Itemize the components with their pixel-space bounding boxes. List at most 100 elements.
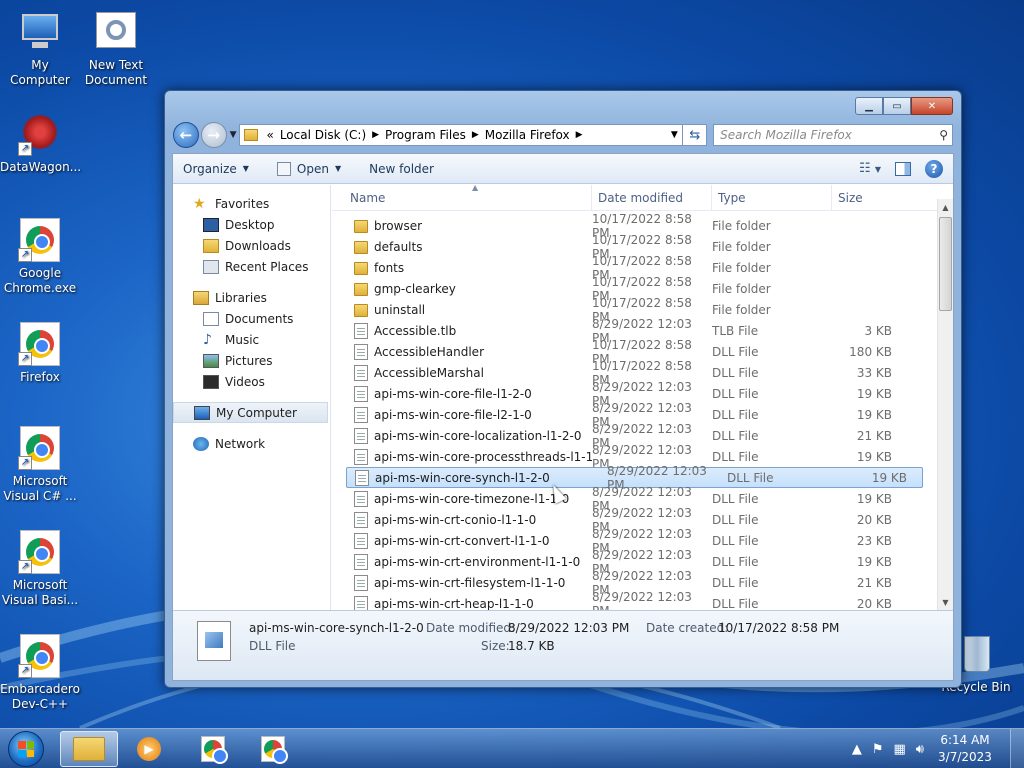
folder-icon [354,283,368,296]
open-icon [276,161,291,176]
nav-favorites[interactable]: ★ Favorites [173,193,330,214]
file-icon [355,469,369,486]
system-tray: ▲ ⚑ ▦ 🔊︎ 6:14 AM 3/7/2023 [852,729,1024,768]
file-name: fonts [374,260,405,275]
column-header-type[interactable]: Type [712,185,832,210]
breadcrumb-local-disk[interactable]: Local Disk (C:) [280,128,366,142]
music-icon: ♪ [203,331,212,348]
computer-icon [18,10,62,54]
file-size: 21 KB [856,428,892,443]
network-status-icon[interactable]: ▦ [894,742,906,757]
scrollbar-thumb[interactable] [939,217,952,311]
file-type: DLL File [712,512,759,527]
file-name-cell: defaults [332,239,592,254]
close-button[interactable]: ✕ [911,97,953,115]
file-row[interactable]: api-ms-win-crt-heap-l1-1-0 8/29/2022 12:0… [332,590,953,610]
file-type: File folder [712,218,771,233]
open-button[interactable]: Open ▼ [276,161,341,176]
volume-icon[interactable]: 🔊︎ [916,742,924,757]
desktop-icon-google-chrome[interactable]: ↗ Google Chrome.exe [0,218,80,296]
minimize-button[interactable]: ▁ [855,97,883,115]
scroll-up-icon[interactable]: ▲ [938,199,953,215]
visual-basic-icon: ↗ [18,530,62,574]
nav-libraries[interactable]: Libraries [173,287,330,308]
clock-date: 3/7/2023 [938,750,992,764]
file-icon [354,427,368,444]
scroll-down-icon[interactable]: ▼ [938,594,953,610]
clock[interactable]: 6:14 AM 3/7/2023 [934,732,996,766]
action-center-icon[interactable]: ⚑ [872,742,884,757]
column-header-size[interactable]: Size [832,185,928,210]
desktop-icon-my-computer[interactable]: My Computer [0,10,80,88]
sort-ascending-icon: ▲ [472,185,479,192]
back-button[interactable]: ← [173,122,199,148]
refresh-button[interactable]: ⇆ [683,124,708,146]
start-button[interactable] [8,731,44,767]
chevron-down-icon[interactable]: ▼ [666,130,682,140]
desktop-icon-label: Microsoft Visual Basi... [1,578,79,607]
desktop-icon-visual-basic[interactable]: ↗ Microsoft Visual Basi... [0,530,80,608]
search-input[interactable]: Search Mozilla Firefox ⚲ [713,124,953,146]
nav-network[interactable]: Network [173,433,330,454]
nav-desktop[interactable]: Desktop [173,214,330,235]
breadcrumb-program-files[interactable]: Program Files [385,128,466,142]
search-icon[interactable]: ⚲ [939,128,948,142]
taskbar-app-button[interactable] [244,731,302,767]
nav-music[interactable]: ♪ Music [173,329,330,350]
breadcrumb-mozilla-firefox[interactable]: Mozilla Firefox [485,128,570,142]
help-icon[interactable]: ? [925,159,943,178]
media-player-icon: ▶ [137,737,161,761]
file-size: 19 KB [856,491,892,506]
file-name-cell: uninstall [332,302,592,317]
organize-button[interactable]: Organize ▼ [183,162,249,176]
show-desktop-button[interactable] [1010,729,1024,768]
embarcadero-icon: ↗ [18,634,62,678]
explorer-window[interactable]: ▁ ▭ ✕ ← → ▼ « Local Disk (C:) ▶ Program … [164,90,962,688]
chevron-right-icon[interactable]: ▶ [372,130,379,140]
desktop-icon-embarcadero[interactable]: ↗ Embarcadero Dev-C++ [0,634,80,712]
chevron-right-icon[interactable]: ▶ [576,130,583,140]
file-name-cell: AccessibleMarshal [332,364,592,381]
desktop-icon-new-text-document[interactable]: New Text Document [76,10,156,88]
nav-videos[interactable]: Videos [173,371,330,392]
file-name-cell: api-ms-win-core-file-l1-2-0 [332,385,592,402]
desktop-icon-firefox[interactable]: ↗ Firefox [0,322,80,385]
file-name: api-ms-win-crt-filesystem-l1-1-0 [374,575,566,590]
taskbar-media-player-button[interactable]: ▶ [120,731,178,767]
taskbar-app-button[interactable] [184,731,242,767]
file-icon [354,385,368,402]
chevron-right-icon[interactable]: ▶ [472,130,479,140]
column-header-date[interactable]: Date modified [592,185,712,210]
nav-recent-places[interactable]: Recent Places [173,256,330,277]
star-icon: ★ [193,195,206,212]
file-name: api-ms-win-crt-conio-l1-1-0 [374,512,537,527]
nav-downloads[interactable]: Downloads [173,235,330,256]
preview-pane-icon[interactable] [895,161,911,176]
file-size: 23 KB [856,533,892,548]
file-name: api-ms-win-core-processthreads-l1-1-1 [374,449,592,464]
taskbar-explorer-button[interactable] [60,731,118,767]
desktop-icon-visual-csharp[interactable]: ↗ Microsoft Visual C# ... [0,426,80,504]
nav-pictures[interactable]: Pictures [173,350,330,371]
breadcrumb-overflow[interactable]: « [266,128,273,142]
column-headers: ▲ Name Date modified Type Size [332,185,953,211]
file-icon [354,595,368,610]
vertical-scrollbar[interactable]: ▲ ▼ [937,199,953,610]
show-hidden-icons-icon[interactable]: ▲ [852,742,862,757]
view-options-icon[interactable]: ☷ ▼ [859,161,881,176]
recent-pages-dropdown[interactable]: ▼ [230,130,237,140]
file-size: 3 KB [864,323,892,338]
file-type: File folder [712,281,771,296]
chrome-file-icon: ↗ [18,218,62,262]
nav-documents[interactable]: Documents [173,308,330,329]
file-type: DLL File [712,449,759,464]
forward-button[interactable]: → [200,122,227,148]
address-bar[interactable]: « Local Disk (C:) ▶ Program Files ▶ Mozi… [239,124,684,146]
organize-label: Organize [183,161,237,176]
nav-label: Downloads [225,238,291,253]
nav-my-computer[interactable]: My Computer [173,402,328,423]
column-header-name[interactable]: Name [332,185,592,210]
desktop-icon-datawagon[interactable]: ↗ DataWagon... [0,112,81,175]
maximize-button[interactable]: ▭ [883,97,911,115]
new-folder-button[interactable]: New folder [369,162,434,176]
